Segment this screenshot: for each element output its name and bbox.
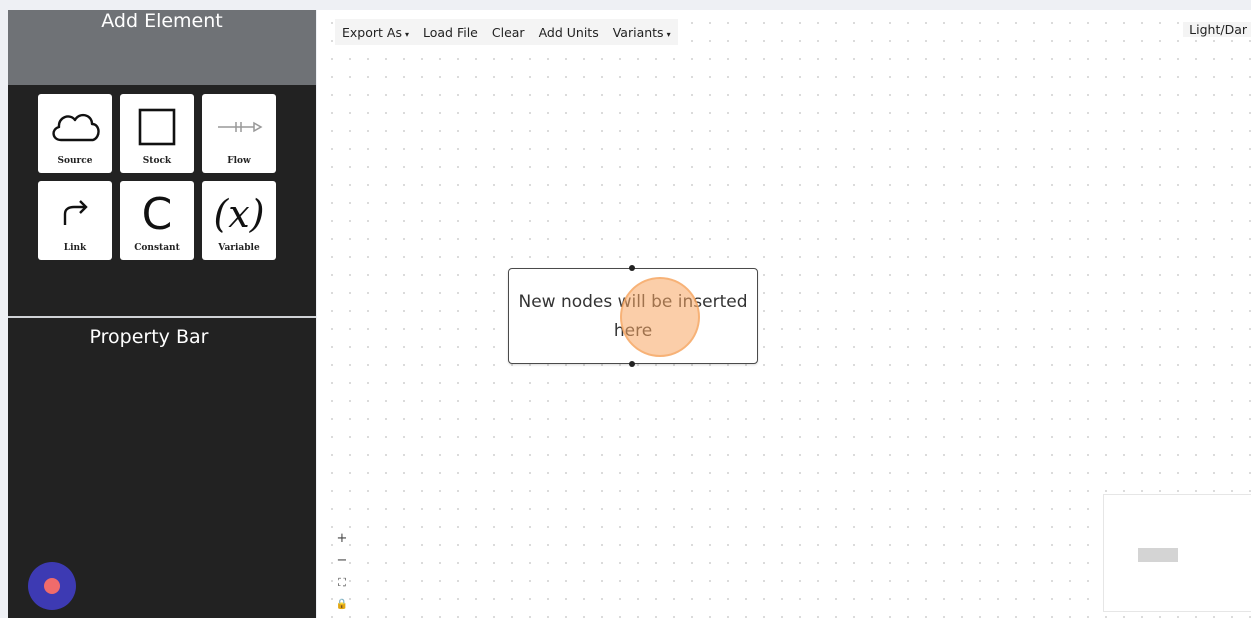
lock-icon[interactable]: 🔒: [335, 594, 349, 616]
zoom-controls: + − ⛶ 🔒: [335, 528, 349, 616]
add-element-header: Add Element: [8, 10, 316, 85]
square-icon: [120, 100, 194, 154]
palette-source-label: Source: [57, 156, 93, 166]
palette-constant[interactable]: C Constant: [120, 181, 194, 260]
palette-stock[interactable]: Stock: [120, 94, 194, 173]
caret-down-icon: ▾: [404, 29, 409, 39]
add-element-title: Add Element: [101, 10, 223, 32]
variable-x-icon: (x): [213, 192, 265, 236]
variants-button[interactable]: Variants ▾: [606, 25, 678, 40]
toolbar: Export As ▾ Load File Clear Add Units Var…: [335, 19, 678, 45]
sidebar: Add Element Source Stock Flow Link C Con…: [8, 10, 316, 618]
fit-view-icon[interactable]: ⛶: [335, 572, 349, 594]
sidebar-divider: [8, 316, 316, 318]
minimap-node: [1138, 548, 1178, 562]
flow-arrow-icon: [202, 100, 276, 154]
export-as-button[interactable]: Export As ▾: [335, 25, 416, 40]
palette-source[interactable]: Source: [38, 94, 112, 173]
zoom-in-button[interactable]: +: [335, 528, 349, 550]
property-bar-title: Property Bar: [89, 326, 209, 348]
minimap[interactable]: [1103, 494, 1251, 612]
caret-down-icon: ▾: [666, 29, 671, 39]
record-dot-icon: [44, 578, 60, 594]
palette-link-label: Link: [63, 243, 87, 253]
palette-flow-label: Flow: [227, 156, 251, 166]
diagram-canvas[interactable]: Export As ▾ Load File Clear Add Units Var…: [317, 10, 1251, 618]
zoom-out-button[interactable]: −: [335, 550, 349, 572]
load-file-button[interactable]: Load File: [416, 25, 485, 40]
add-units-button[interactable]: Add Units: [532, 25, 606, 40]
palette-variable-label: Variable: [218, 243, 260, 253]
cursor-highlight: [620, 277, 700, 357]
palette-stock-label: Stock: [142, 156, 172, 166]
cloud-icon: [38, 100, 112, 154]
node-handle-bottom[interactable]: [629, 361, 635, 367]
palette-flow[interactable]: Flow: [202, 94, 276, 173]
palette-variable[interactable]: (x) Variable: [202, 181, 276, 260]
record-button[interactable]: [28, 562, 76, 610]
theme-toggle-button[interactable]: Light/Dar: [1183, 22, 1251, 37]
palette-link[interactable]: Link: [38, 181, 112, 260]
palette-constant-label: Constant: [134, 243, 180, 253]
curved-arrow-icon: [38, 187, 112, 241]
constant-c-icon: C: [141, 188, 173, 240]
clear-button[interactable]: Clear: [485, 25, 532, 40]
node-handle-top[interactable]: [629, 265, 635, 271]
